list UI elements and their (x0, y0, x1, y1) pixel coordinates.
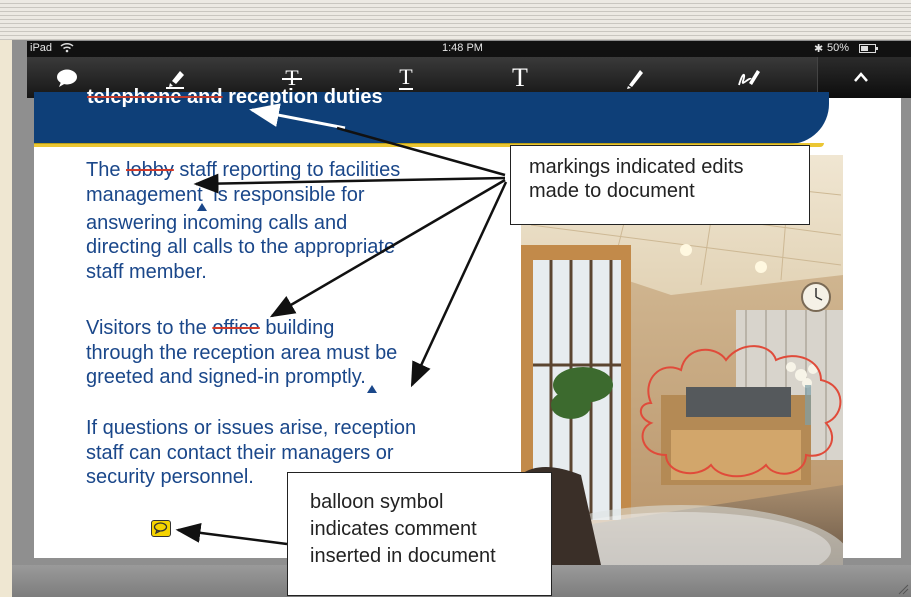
annotation-arrows (175, 103, 508, 546)
arrow-to-lobby (336, 126, 506, 177)
arrow-to-title (249, 103, 346, 130)
arrow-to-period (410, 181, 508, 388)
arrow-to-caret (193, 173, 506, 194)
arrow-to-office (269, 178, 506, 318)
arrow-to-balloon (175, 522, 288, 546)
